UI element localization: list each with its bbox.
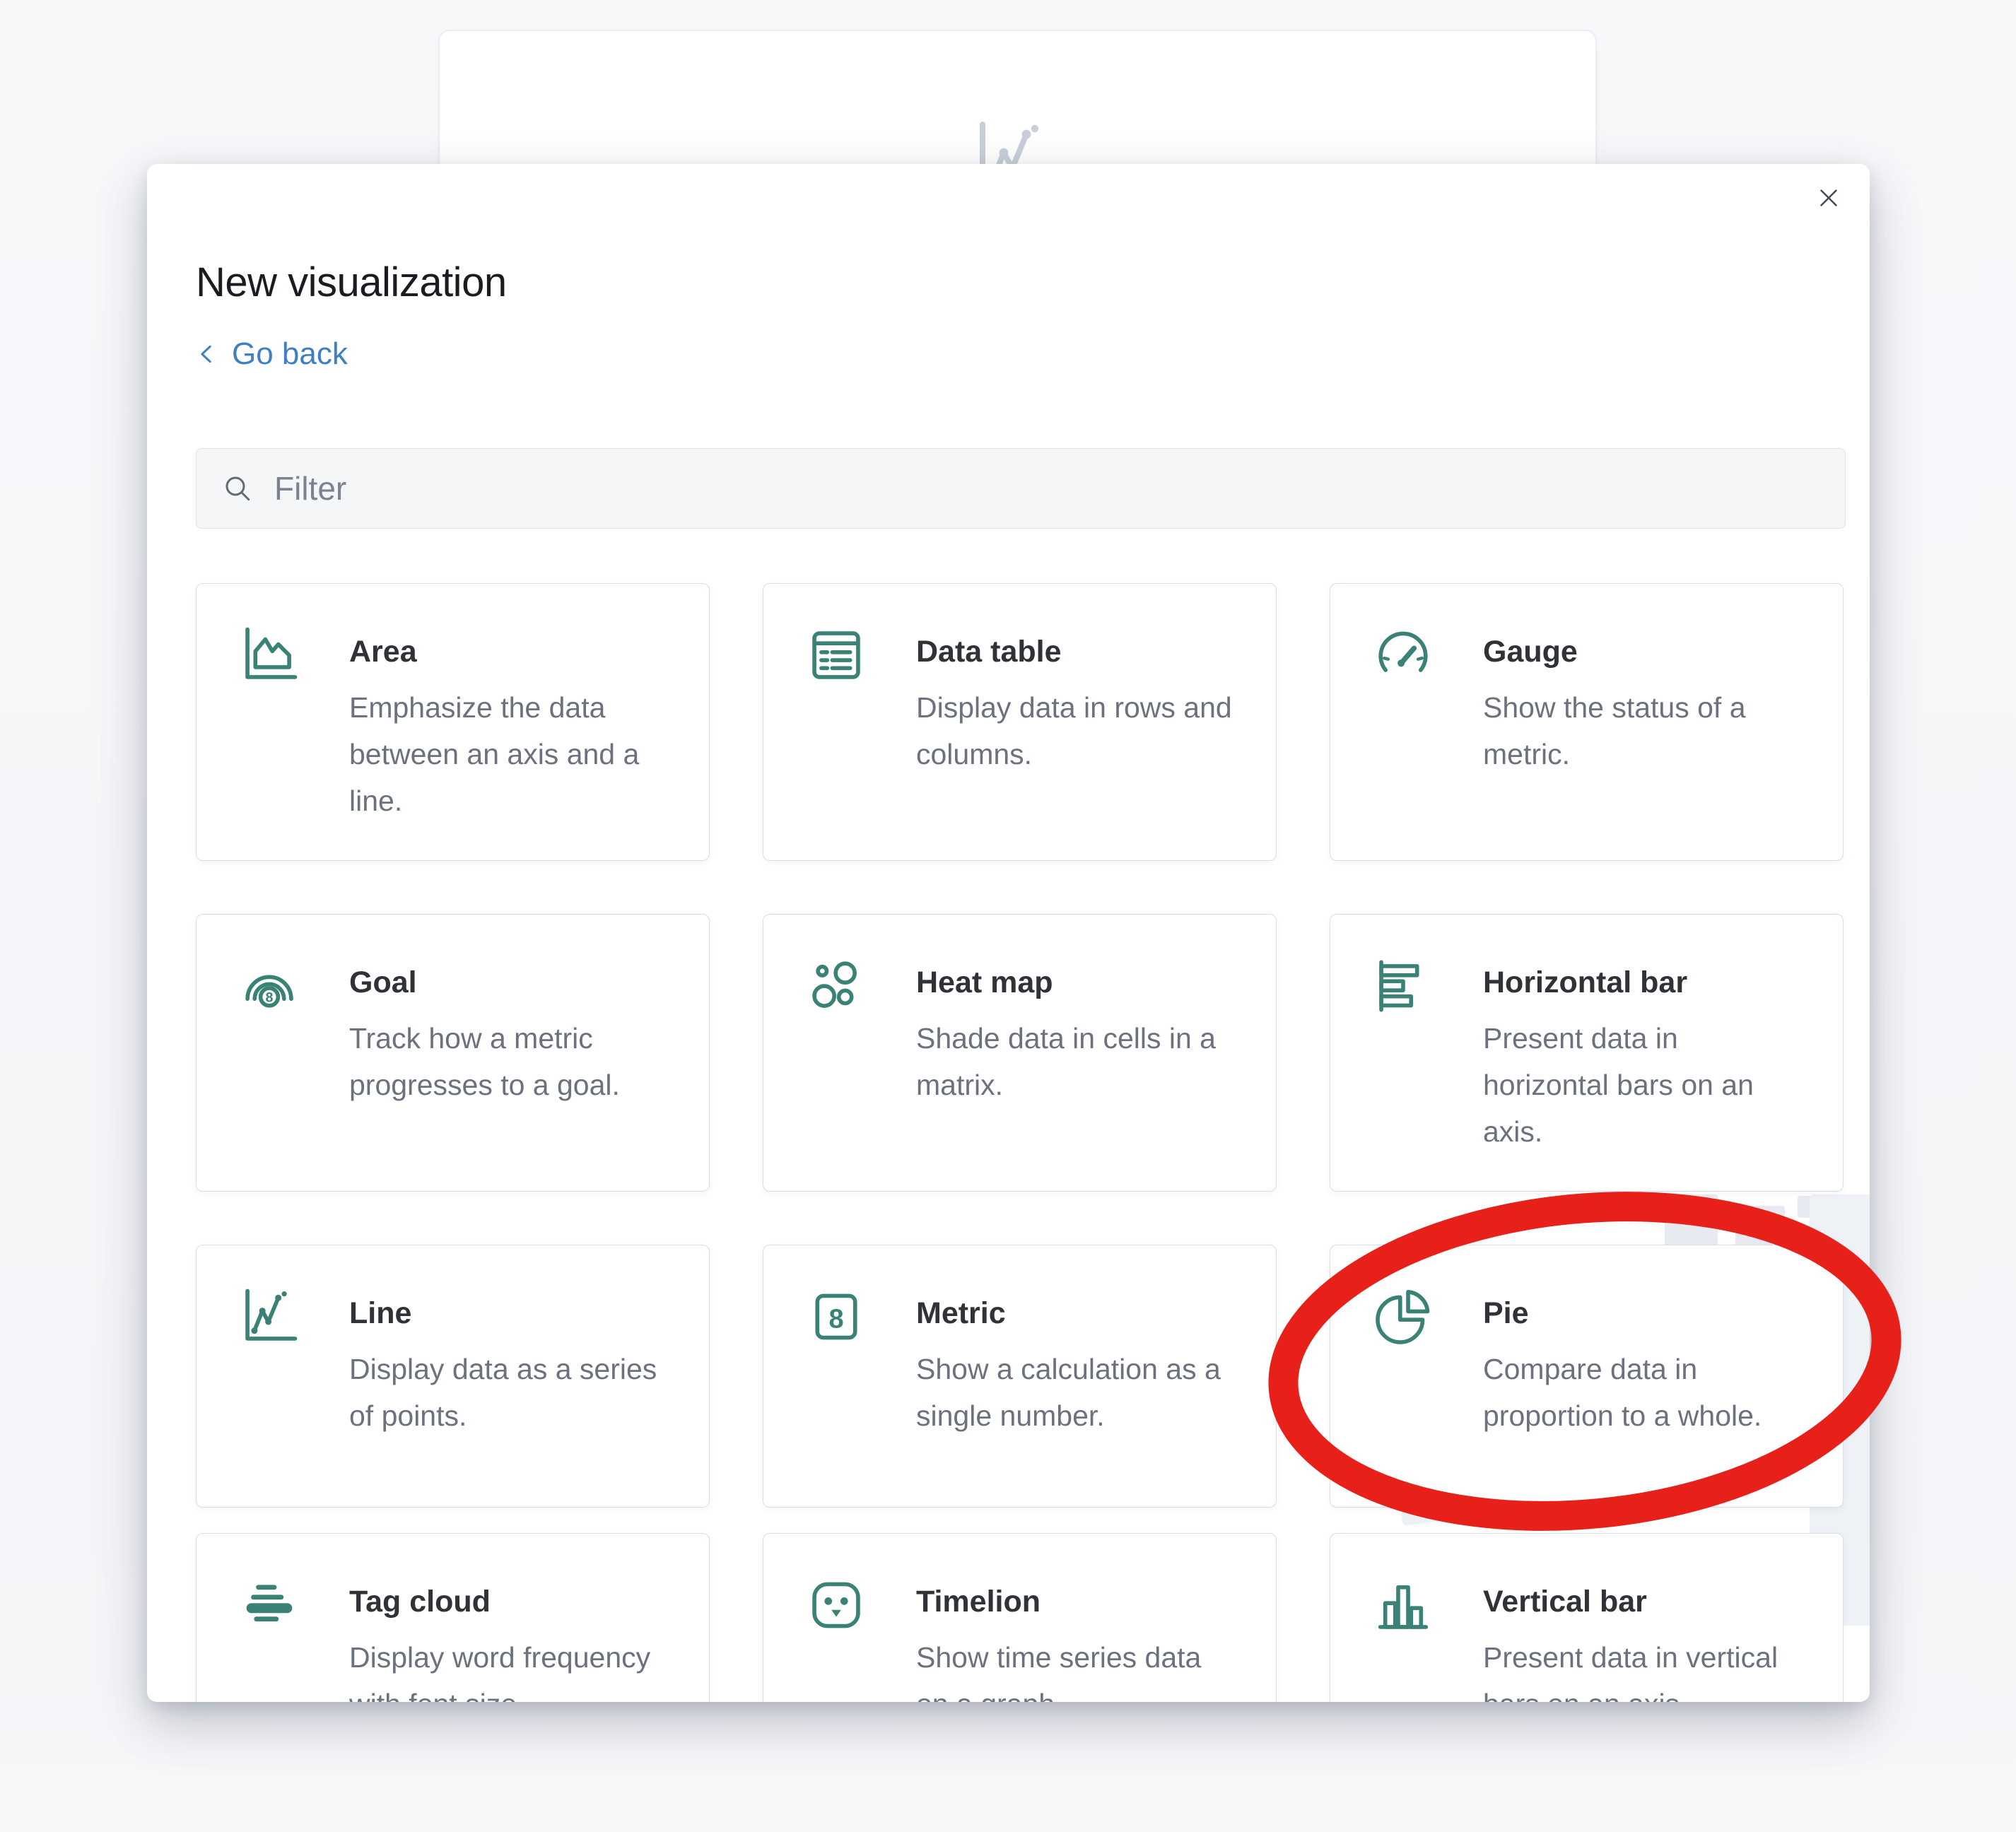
card-area[interactable]: Area Emphasize the data between an axis …: [196, 583, 710, 861]
filter-input[interactable]: [254, 449, 1845, 528]
gauge-icon: [1371, 623, 1435, 687]
goal-icon: 8: [238, 954, 301, 1018]
card-title: Heat map: [916, 964, 1053, 1001]
card-title: Tag cloud: [349, 1583, 491, 1620]
page: { "page": {"background": "#f6f7f9"}, "mo…: [0, 0, 2016, 1832]
card-data-table[interactable]: Data table Display data in rows and colu…: [763, 583, 1277, 861]
card-title: Vertical bar: [1483, 1583, 1647, 1620]
close-icon: [1814, 183, 1844, 213]
pie-chart-icon: [1371, 1285, 1435, 1349]
card-description: Shade data in cells in a matrix.: [916, 1015, 1248, 1108]
line-chart-icon: [238, 1285, 301, 1349]
chevron-left-icon: [194, 341, 221, 368]
tag-cloud-icon: [238, 1573, 301, 1637]
card-description: Display data in rows and columns.: [916, 684, 1248, 777]
card-title: Pie: [1483, 1295, 1529, 1332]
filter-box: [196, 448, 1846, 529]
card-goal[interactable]: 8 Goal Track how a metric progresses to …: [196, 914, 710, 1192]
card-metric[interactable]: 8 Metric Show a calculation as a single …: [763, 1245, 1277, 1508]
area-chart-icon: [238, 623, 301, 687]
card-title: Data table: [916, 633, 1062, 670]
card-description: Compare data in proportion to a whole.: [1483, 1346, 1815, 1439]
card-description: Display data as a series of points.: [349, 1346, 681, 1439]
go-back-link[interactable]: Go back: [194, 336, 348, 372]
page-title: New visualization: [196, 258, 507, 307]
card-title: Area: [349, 633, 417, 670]
heat-map-icon: [804, 954, 868, 1018]
card-tag-cloud[interactable]: Tag cloud Display word frequency with fo…: [196, 1533, 710, 1702]
data-table-icon: [804, 623, 868, 687]
card-title: Horizontal bar: [1483, 964, 1687, 1001]
card-description: Display word frequency with font size.: [349, 1634, 681, 1702]
card-title: Timelion: [916, 1583, 1041, 1620]
svg-text:8: 8: [828, 1304, 843, 1334]
card-description: Show a calculation as a single number.: [916, 1346, 1248, 1439]
card-line[interactable]: Line Display data as a series of points.: [196, 1245, 710, 1508]
card-title: Goal: [349, 964, 417, 1001]
card-description: Track how a metric progresses to a goal.: [349, 1015, 681, 1108]
card-title: Line: [349, 1295, 411, 1332]
card-pie[interactable]: Pie Compare data in proportion to a whol…: [1330, 1245, 1844, 1508]
card-timelion[interactable]: Timelion Show time series data on a grap…: [763, 1533, 1277, 1702]
card-description: Show time series data on a graph.: [916, 1634, 1248, 1702]
close-button[interactable]: [1809, 178, 1848, 218]
card-description: Present data in vertical bars on an axis…: [1483, 1634, 1815, 1702]
card-description: Present data in horizontal bars on an ax…: [1483, 1015, 1815, 1155]
svg-text:8: 8: [266, 990, 274, 1006]
card-title: Gauge: [1483, 633, 1578, 670]
go-back-label: Go back: [232, 336, 348, 372]
card-gauge[interactable]: Gauge Show the status of a metric.: [1330, 583, 1844, 861]
search-icon: [221, 471, 254, 505]
card-horizontal-bar[interactable]: Horizontal bar Present data in horizonta…: [1330, 914, 1844, 1192]
card-vertical-bar[interactable]: Vertical bar Present data in vertical ba…: [1330, 1533, 1844, 1702]
timelion-icon: [804, 1573, 868, 1637]
card-description: Show the status of a metric.: [1483, 684, 1815, 777]
card-heat-map[interactable]: Heat map Shade data in cells in a matrix…: [763, 914, 1277, 1192]
card-title: Metric: [916, 1295, 1006, 1332]
new-visualization-modal: New visualization Go back Area Emphasize…: [147, 164, 1870, 1702]
horizontal-bar-icon: [1371, 954, 1435, 1018]
metric-icon: 8: [804, 1285, 868, 1349]
vertical-bar-icon: [1371, 1573, 1435, 1637]
card-description: Emphasize the data between an axis and a…: [349, 684, 681, 824]
